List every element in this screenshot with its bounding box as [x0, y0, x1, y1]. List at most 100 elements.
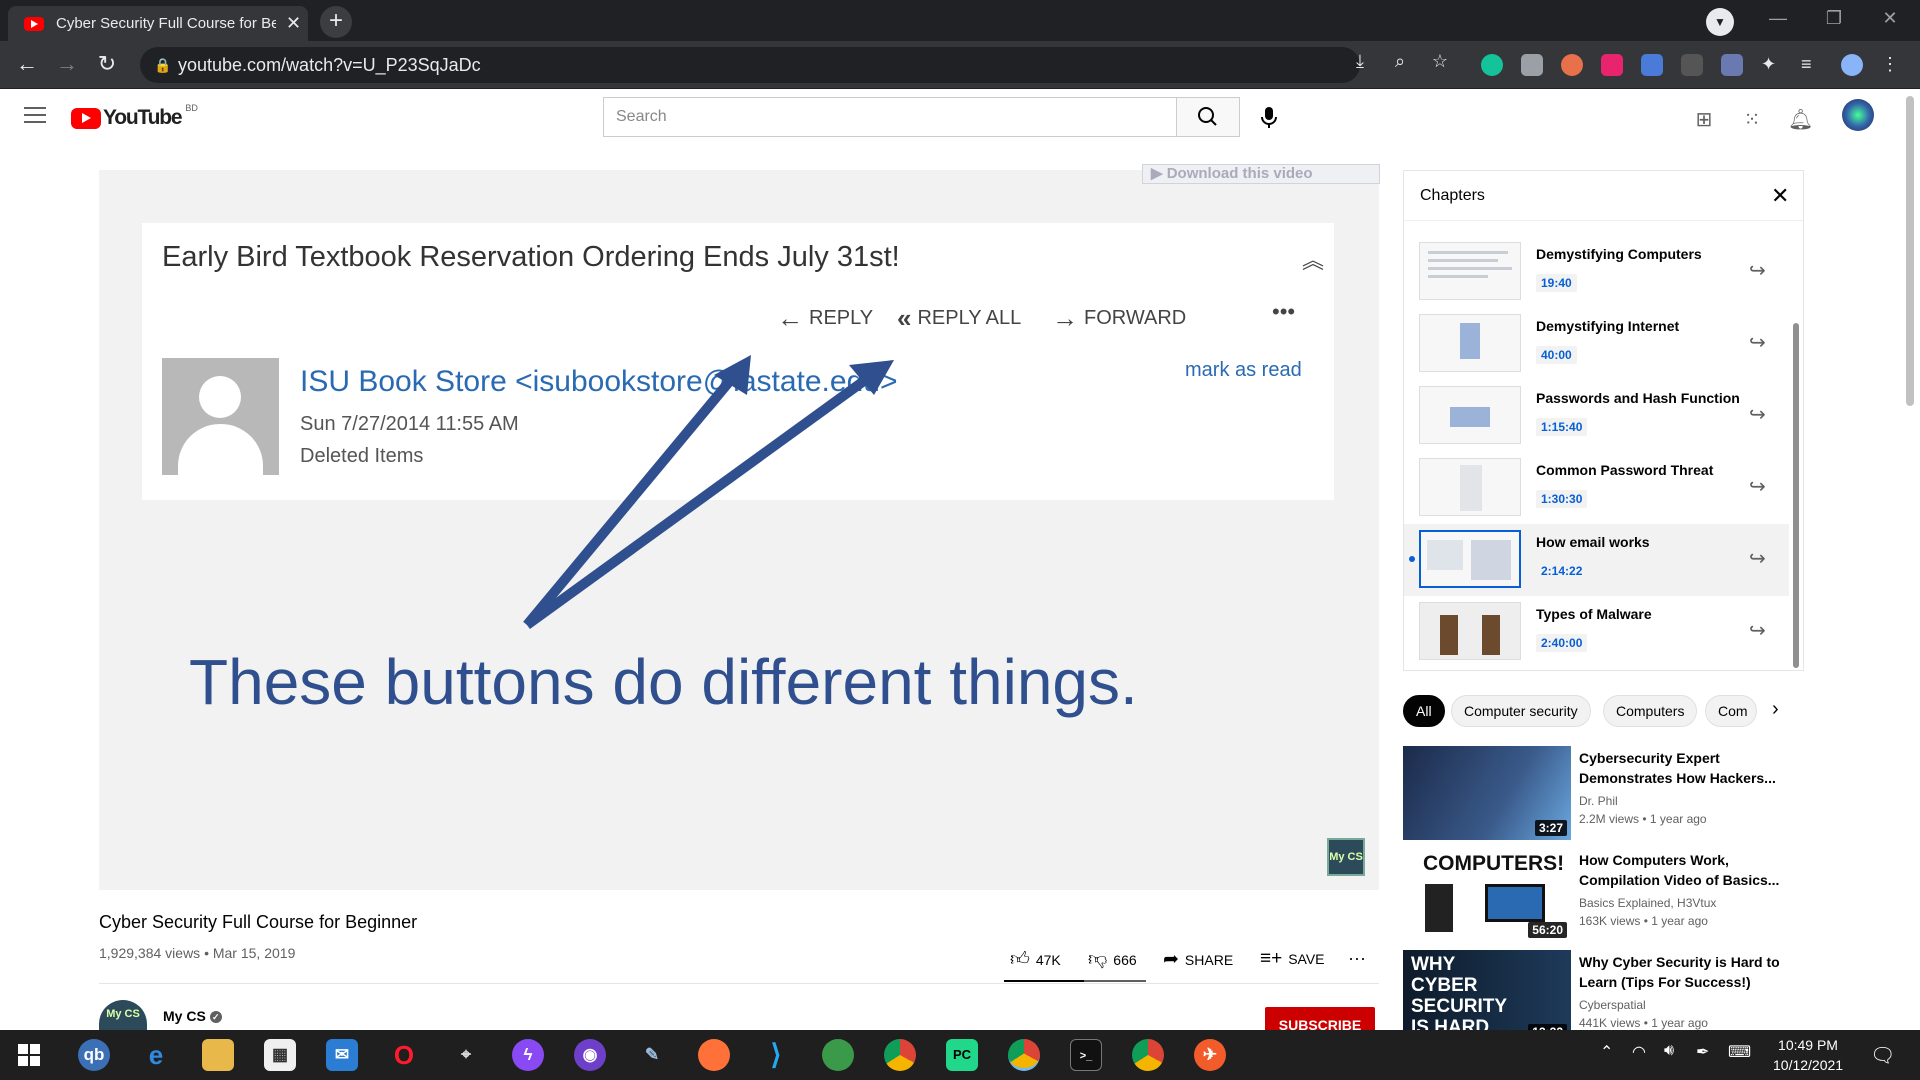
profile-avatar[interactable] [1841, 54, 1863, 76]
notifications-bell-icon[interactable]: 🔔︎ [1788, 107, 1813, 131]
chapter-share-icon[interactable]: ↪ [1749, 402, 1766, 427]
tab-close-icon[interactable]: ✕ [286, 13, 301, 34]
like-button[interactable]: 👍︎ 47K [1010, 948, 1061, 971]
zoom-icon[interactable]: ⌕ [1385, 51, 1415, 72]
satellite-app-icon[interactable]: ⌖ [450, 1039, 482, 1071]
account-avatar[interactable] [1842, 99, 1874, 131]
action-center-icon[interactable]: 🗨︎ [1870, 1043, 1895, 1068]
download-video-bar[interactable]: ▶ Download this video [1142, 164, 1380, 184]
terminal-icon[interactable]: >_ [1070, 1039, 1102, 1071]
chapters-scrollbar[interactable] [1793, 323, 1799, 668]
dislike-button[interactable]: 👎︎ 666 [1088, 948, 1137, 971]
save-button[interactable]: ≡+ SAVE [1260, 948, 1325, 970]
globe-app-icon[interactable] [822, 1039, 854, 1071]
youtube-logo[interactable]: YouTube BD [71, 103, 198, 130]
reload-icon[interactable]: ↻ [92, 51, 122, 77]
channel-name[interactable]: My CS ✓ [163, 1008, 222, 1024]
minimize-icon[interactable]: — [1758, 8, 1798, 29]
new-tab-button[interactable]: + [320, 6, 352, 38]
create-video-icon[interactable]: ⊞ [1692, 107, 1716, 131]
opera-icon[interactable]: O [388, 1039, 420, 1071]
download-extension-icon[interactable] [1641, 54, 1663, 76]
chapter-share-icon[interactable]: ↪ [1749, 330, 1766, 355]
screen-extension-icon[interactable] [1681, 54, 1703, 76]
chrome-active-icon[interactable] [1008, 1039, 1040, 1071]
messenger-icon[interactable]: ϟ [512, 1039, 544, 1071]
edge-icon[interactable]: e [140, 1039, 172, 1071]
video-title[interactable]: Why Cyber Security is Hard to Learn (Tip… [1579, 952, 1789, 992]
store-icon[interactable]: ▦ [264, 1039, 296, 1071]
chapter-item[interactable]: Common Password Threat 1:30:30 ↪ [1404, 452, 1789, 524]
video-title[interactable]: Cybersecurity Expert Demonstrates How Ha… [1579, 748, 1789, 788]
chip-all[interactable]: All [1403, 695, 1445, 727]
taskbar-clock[interactable]: 10:49 PM 10/12/2021 [1773, 1035, 1843, 1075]
channel-avatar[interactable]: My CS [99, 1000, 147, 1030]
qbittorrent-icon[interactable]: qb [78, 1039, 110, 1071]
chapter-time[interactable]: 1:15:40 [1536, 418, 1588, 436]
keyboard-icon[interactable]: ⌨ [1728, 1042, 1751, 1062]
chapter-time[interactable]: 19:40 [1536, 274, 1577, 292]
recommended-video[interactable]: 3:27 Cybersecurity Expert Demonstrates H… [1403, 746, 1803, 841]
apps-grid-icon[interactable]: ⁙ [1740, 107, 1764, 131]
pen-icon[interactable]: ✒ [1696, 1042, 1709, 1062]
video-thumbnail[interactable]: COMPUTERS! 56:20 [1403, 848, 1571, 942]
grammarly-extension-icon[interactable] [1481, 54, 1503, 76]
chapter-share-icon[interactable]: ↪ [1749, 474, 1766, 499]
windows-start-icon[interactable] [18, 1044, 40, 1066]
chapter-time[interactable]: 1:30:30 [1536, 490, 1588, 508]
chapter-item[interactable]: Passwords and Hash Function 1:15:40 ↪ [1404, 380, 1789, 452]
chrome-icon[interactable] [884, 1039, 916, 1071]
page-scrollbar[interactable] [1906, 96, 1914, 406]
paint-icon[interactable]: ✎ [636, 1039, 668, 1071]
search-input[interactable]: Search [603, 97, 1177, 137]
recommended-video[interactable]: COMPUTERS! 56:20 How Computers Work, Com… [1403, 848, 1803, 943]
subscribe-button[interactable]: SUBSCRIBE [1265, 1007, 1375, 1030]
video-thumbnail[interactable]: 3:27 [1403, 746, 1571, 840]
github-icon[interactable]: ◉ [574, 1039, 606, 1071]
close-icon[interactable]: ✕ [1771, 183, 1789, 209]
browser-tab[interactable]: Cyber Security Full Course for Beginner … [8, 6, 308, 41]
window-close-icon[interactable]: ✕ [1870, 8, 1910, 29]
chapter-share-icon[interactable]: ↪ [1749, 618, 1766, 643]
video-player[interactable]: Early Bird Textbook Reservation Ordering… [99, 170, 1379, 890]
firefox-icon[interactable] [698, 1039, 730, 1071]
channel-name[interactable]: Cyberspatial [1579, 998, 1646, 1012]
play-extension-icon[interactable] [1601, 54, 1623, 76]
camera-extension-icon[interactable] [1521, 54, 1543, 76]
chip-partial[interactable]: Com [1705, 695, 1757, 727]
chapter-share-icon[interactable]: ↪ [1749, 546, 1766, 571]
search-button[interactable] [1176, 97, 1240, 137]
chip-computers[interactable]: Computers [1603, 695, 1698, 727]
channel-name[interactable]: Basics Explained, H3Vtux [1579, 896, 1716, 910]
tab-search-icon[interactable]: ▼ [1706, 8, 1734, 36]
reading-list-icon[interactable]: ≡ [1801, 54, 1823, 76]
forward-icon[interactable]: → [52, 51, 82, 77]
extension-icon[interactable] [1561, 54, 1583, 76]
chapter-item-active[interactable]: How email works 2:14:22 ↪ [1404, 524, 1789, 596]
video-title[interactable]: How Computers Work, Compilation Video of… [1579, 850, 1789, 890]
address-bar[interactable]: 🔒 youtube.com/watch?v=U_P23SqJaDc [140, 47, 1360, 83]
share-button[interactable]: ➦ SHARE [1163, 948, 1233, 971]
browser-menu-icon[interactable]: ⋮ [1881, 54, 1903, 76]
volume-icon[interactable]: 🔊︎ [1664, 1042, 1674, 1060]
chevron-right-icon[interactable]: › [1772, 698, 1779, 721]
wifi-icon[interactable]: ◠ [1632, 1042, 1646, 1062]
channel-name[interactable]: Dr. Phil [1579, 794, 1618, 808]
postman-icon[interactable]: ✈ [1194, 1039, 1226, 1071]
vscode-icon[interactable]: ⟩ [760, 1039, 792, 1071]
tray-chevron-icon[interactable]: ⌃ [1600, 1042, 1613, 1062]
back-icon[interactable]: ← [12, 51, 42, 77]
bookmark-star-icon[interactable]: ☆ [1425, 51, 1455, 72]
install-icon[interactable]: ⤓ [1345, 51, 1375, 72]
mail-icon[interactable]: ✉ [326, 1039, 358, 1071]
chapter-share-icon[interactable]: ↪ [1749, 258, 1766, 283]
chapter-time[interactable]: 2:40:00 [1536, 634, 1588, 652]
microphone-icon[interactable] [1255, 103, 1283, 131]
more-actions-icon[interactable]: ··· [1348, 948, 1366, 969]
restore-icon[interactable]: ❐ [1814, 8, 1854, 29]
chrome-profile-icon[interactable] [1132, 1039, 1164, 1071]
pen-extension-icon[interactable] [1721, 54, 1743, 76]
pycharm-icon[interactable]: PC [946, 1039, 978, 1071]
file-explorer-icon[interactable] [202, 1039, 234, 1071]
chapter-time[interactable]: 2:14:22 [1536, 562, 1588, 580]
